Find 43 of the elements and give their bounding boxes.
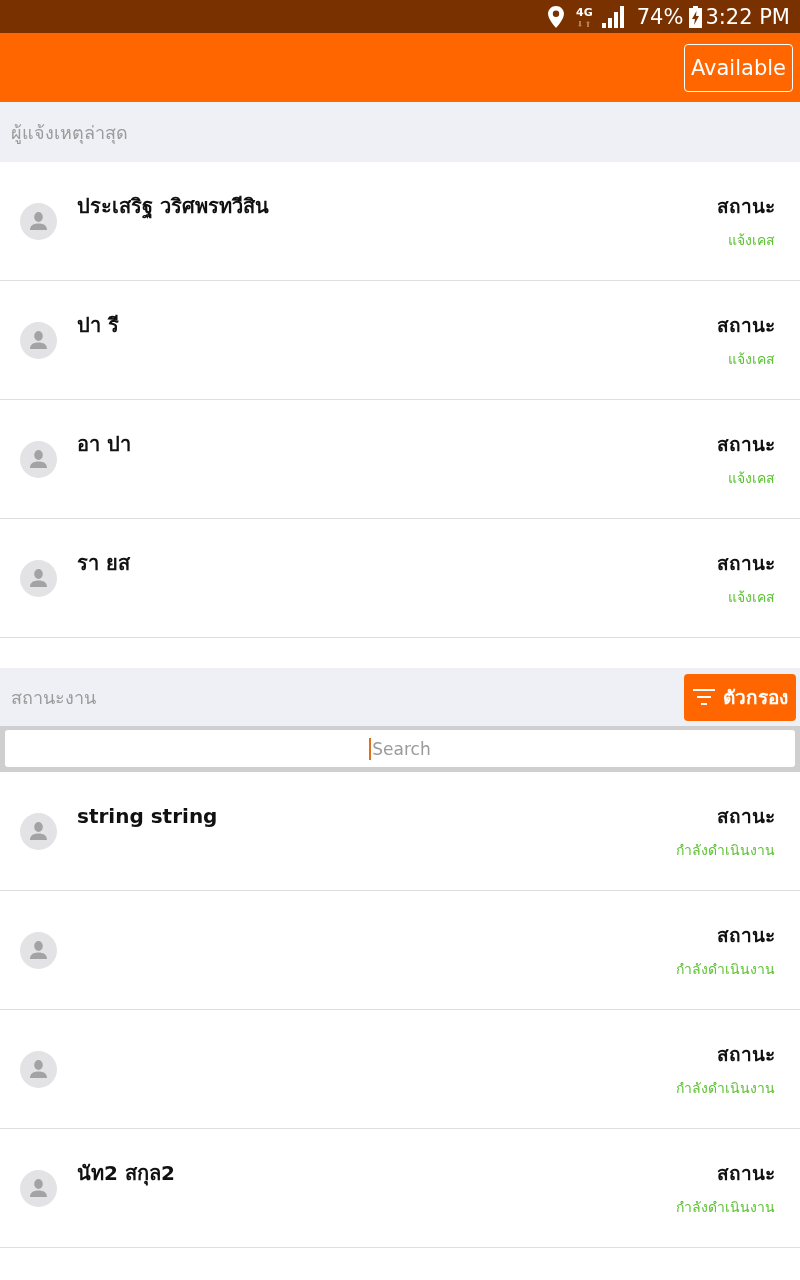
avatar-icon [20, 812, 57, 850]
signal-icon [600, 5, 625, 28]
avatar-icon [20, 1169, 57, 1207]
avatar-icon [20, 440, 57, 478]
person-name: ประเสริฐ วริศพรทวีสิน [77, 193, 269, 221]
status-text: แจ้งเคส [728, 469, 775, 488]
avatar-icon [20, 931, 57, 969]
status-label: สถานะ [717, 432, 775, 457]
status-label: สถานะ [717, 923, 775, 948]
avatar-icon [20, 1050, 57, 1088]
clock-time: 3:22 PM [705, 3, 790, 30]
person-name: รา ยส [77, 550, 130, 577]
battery-percent: 74% [636, 3, 684, 30]
avatar-icon [20, 559, 57, 597]
status-text: กำลังดำเนินงาน [676, 1079, 775, 1098]
filter-button[interactable]: ตัวกรอง [684, 673, 796, 721]
avatar-icon [20, 321, 57, 359]
status-label: สถานะ [717, 313, 775, 338]
person-name: นัท2 สกุล2 [77, 1160, 175, 1188]
section-title: สถานะงาน [11, 685, 96, 710]
status-text: แจ้งเคส [728, 350, 775, 369]
search-field[interactable]: Search [5, 730, 795, 767]
battery-icon [689, 5, 703, 28]
status-label: สถานะ [717, 1161, 775, 1186]
status-text: แจ้งเคส [728, 588, 775, 607]
person-name: อา ปา [77, 431, 131, 458]
status-text: แจ้งเคส [728, 231, 775, 250]
person-name: ปา รี [77, 312, 119, 339]
location-pin-icon [548, 5, 564, 28]
status-text: กำลังดำเนินงาน [676, 841, 775, 860]
filter-icon [692, 689, 715, 705]
section-title: ผู้แจ้งเหตุล่าสุด [11, 120, 128, 146]
status-label: สถานะ [717, 194, 775, 219]
status-text: กำลังดำเนินงาน [676, 1198, 775, 1217]
status-label: สถานะ [717, 804, 775, 829]
status-text: กำลังดำเนินงาน [676, 960, 775, 979]
availability-button[interactable]: Available [683, 43, 793, 92]
person-name: string string [77, 804, 218, 828]
network-type: 4G [576, 6, 593, 19]
data-arrows-icon [578, 20, 591, 27]
status-label: สถานะ [717, 551, 775, 576]
avatar-icon [20, 202, 57, 240]
status-label: สถานะ [717, 1042, 775, 1067]
